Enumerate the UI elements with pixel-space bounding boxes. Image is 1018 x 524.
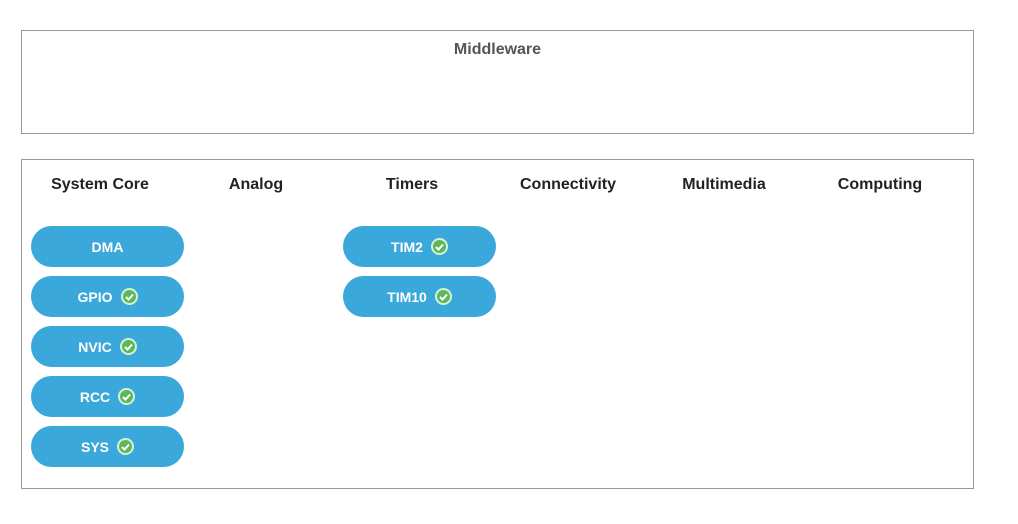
category-column: Computing — [802, 160, 958, 226]
peripheral-button[interactable]: RCC — [31, 376, 184, 417]
check-icon — [434, 288, 452, 305]
check-icon — [119, 338, 137, 355]
peripheral-label: NVIC — [78, 338, 112, 355]
peripheral-label: DMA — [91, 238, 124, 255]
category-title: Analog — [228, 176, 284, 193]
category-column: Timers TIM2 TIM10 — [334, 160, 496, 326]
peripheral-label: TIM10 — [387, 288, 427, 305]
category-title: Multimedia — [682, 176, 766, 193]
category-title: Connectivity — [519, 176, 616, 193]
category-column: Analog — [178, 160, 334, 226]
category-column: Connectivity — [490, 160, 646, 226]
peripheral-button[interactable]: TIM10 — [343, 276, 496, 317]
middleware-title: Middleware — [453, 41, 542, 58]
peripheral-button[interactable]: DMA — [31, 226, 184, 267]
check-icon — [118, 388, 136, 405]
check-icon — [117, 438, 134, 455]
check-icon — [120, 288, 138, 305]
peripheral-button[interactable]: GPIO — [31, 276, 184, 317]
category-title: Timers — [385, 176, 439, 193]
category-title: Computing — [837, 176, 923, 193]
peripheral-button[interactable]: NVIC — [31, 326, 184, 367]
peripheral-label: GPIO — [77, 288, 113, 305]
category-column: Multimedia — [646, 160, 802, 226]
peripheral-label: TIM2 — [391, 238, 423, 255]
peripheral-button[interactable]: SYS — [31, 426, 184, 467]
category-title: System Core — [51, 176, 149, 193]
peripheral-button[interactable]: TIM2 — [343, 226, 496, 267]
categories-panel: System Core DMA GPIO NVIC RCC SYS Analog Timers… — [21, 159, 974, 489]
check-icon — [430, 238, 448, 255]
category-column: System Core DMA GPIO NVIC RCC SYS — [22, 160, 184, 476]
peripheral-label: SYS — [80, 438, 109, 455]
peripheral-label: RCC — [79, 388, 111, 405]
middleware-panel: Middleware — [21, 30, 974, 134]
